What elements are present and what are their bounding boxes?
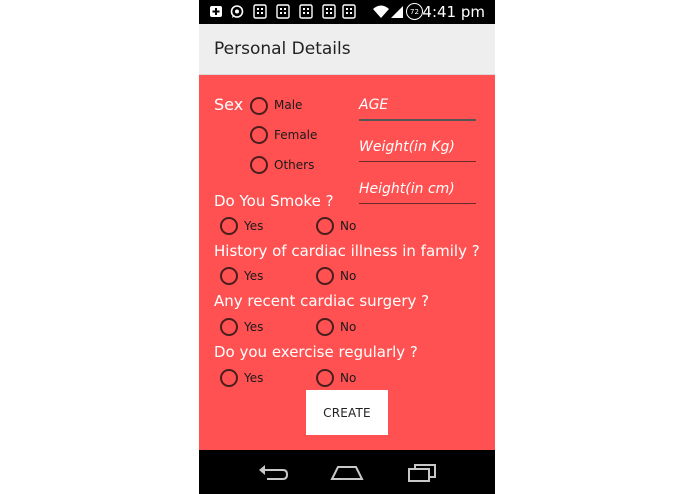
sex-female-label: Female: [274, 128, 318, 142]
question-cardiac-history: History of cardiac illness in family ?: [214, 242, 480, 260]
weight-placeholder: Weight(in Kg): [359, 139, 455, 155]
age-placeholder: AGE: [359, 97, 389, 113]
app-icon: [342, 4, 356, 19]
phone-screen: 72 4:41 pm Personal Details Sex Male Fem…: [199, 0, 495, 494]
plus-icon: [210, 6, 222, 17]
smoke-no-radio[interactable]: [316, 217, 334, 235]
exercise-yes-label: Yes: [244, 371, 264, 385]
sex-others-radio[interactable]: [250, 156, 268, 174]
battery-level: 72: [410, 7, 419, 16]
cardiac-surgery-no-label: No: [340, 320, 357, 334]
question-exercise: Do you exercise regularly ?: [214, 343, 418, 361]
back-icon[interactable]: [257, 462, 289, 482]
sex-male-radio[interactable]: [250, 97, 268, 115]
exercise-no-label: No: [340, 371, 357, 385]
age-input[interactable]: AGE: [359, 95, 476, 121]
smoke-no-label: No: [340, 219, 357, 233]
app-icon: [322, 4, 336, 19]
weight-input[interactable]: Weight(in Kg): [359, 137, 476, 162]
personal-details-form: Sex Male Female Others AGE Weight(in Kg)…: [199, 75, 495, 450]
app-icon: [299, 4, 313, 19]
cardiac-history-yes-label: Yes: [244, 269, 264, 283]
cardiac-history-no-radio[interactable]: [316, 267, 334, 285]
wifi-icon: [373, 5, 389, 18]
smoke-yes-radio[interactable]: [220, 217, 238, 235]
action-bar: Personal Details: [199, 24, 495, 75]
clock: 4:41 pm: [422, 3, 485, 21]
cardiac-surgery-yes-label: Yes: [244, 320, 264, 334]
whatsapp-icon: [230, 5, 244, 18]
cardiac-history-no-label: No: [340, 269, 357, 283]
page-title: Personal Details: [214, 39, 351, 59]
sex-male-label: Male: [274, 98, 303, 112]
create-button[interactable]: CREATE: [306, 390, 388, 435]
sex-female-radio[interactable]: [250, 126, 268, 144]
height-input[interactable]: Height(in cm): [359, 179, 476, 204]
signal-icon: [391, 6, 403, 18]
exercise-yes-radio[interactable]: [220, 369, 238, 387]
cardiac-history-yes-radio[interactable]: [220, 267, 238, 285]
recent-apps-icon[interactable]: [406, 462, 438, 482]
home-icon[interactable]: [330, 462, 364, 482]
status-bar: 72 4:41 pm: [199, 0, 495, 24]
smoke-yes-label: Yes: [244, 219, 264, 233]
app-icon: [253, 4, 267, 19]
question-smoke: Do You Smoke ?: [214, 192, 334, 210]
battery-icon: 72: [406, 3, 423, 20]
height-placeholder: Height(in cm): [359, 181, 455, 197]
sex-others-label: Others: [274, 158, 315, 172]
sex-label: Sex: [214, 95, 244, 114]
question-cardiac-surgery: Any recent cardiac surgery ?: [214, 292, 430, 310]
cardiac-surgery-yes-radio[interactable]: [220, 318, 238, 336]
navigation-bar: [199, 450, 495, 494]
exercise-no-radio[interactable]: [316, 369, 334, 387]
app-icon: [276, 4, 290, 19]
cardiac-surgery-no-radio[interactable]: [316, 318, 334, 336]
